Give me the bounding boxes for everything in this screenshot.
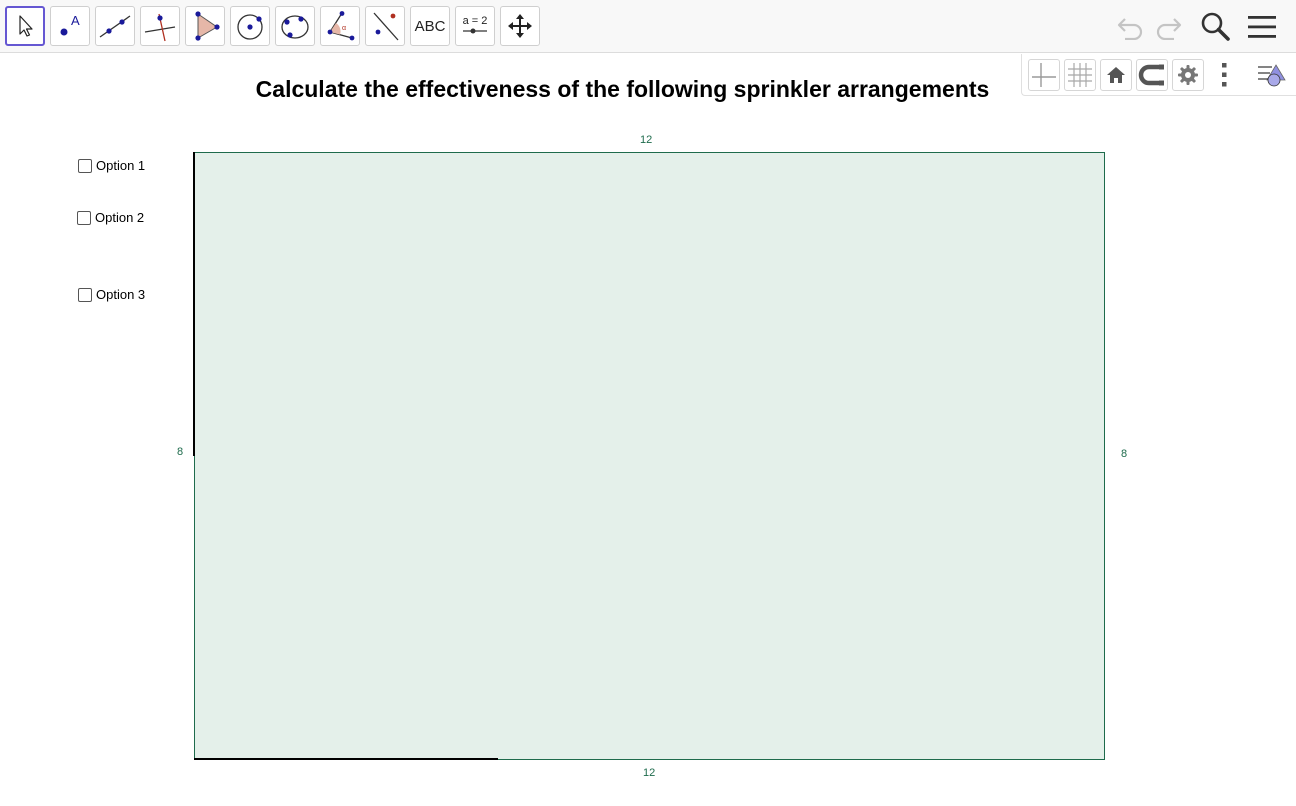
page-title: Calculate the effectiveness of the follo… bbox=[255, 76, 990, 102]
slider-tool-button[interactable]: a = 2 bbox=[455, 6, 495, 46]
option-2-checkbox[interactable]: Option 2 bbox=[77, 210, 144, 225]
arrow-cursor-icon bbox=[19, 15, 33, 37]
search-icon bbox=[1201, 12, 1230, 41]
main-menu-button[interactable] bbox=[1245, 10, 1279, 44]
polygon-icon bbox=[195, 11, 220, 41]
text-tool-button[interactable]: ABC bbox=[410, 6, 450, 46]
text-tool-label: ABC bbox=[414, 17, 446, 35]
circle-center-point-icon bbox=[237, 14, 263, 40]
checkbox-box[interactable] bbox=[78, 287, 92, 302]
angle-icon: α bbox=[327, 11, 355, 41]
slider-tool-label: a = 2 bbox=[462, 15, 488, 27]
circle-tool-button[interactable] bbox=[230, 6, 270, 46]
field-bottom-length-label: 12 bbox=[643, 767, 656, 779]
line-through-points-icon bbox=[99, 15, 131, 38]
field-bottom-edge-segment bbox=[194, 758, 498, 760]
field-top-length-label: 12 bbox=[640, 134, 653, 146]
option-label: Option 1 bbox=[96, 158, 146, 173]
line-tool-button[interactable] bbox=[95, 6, 135, 46]
slider-icon bbox=[463, 28, 487, 34]
undo-button[interactable] bbox=[1114, 10, 1148, 44]
point-tool-letter: A bbox=[71, 13, 80, 28]
perpendicular-line-tool-button[interactable] bbox=[140, 6, 180, 46]
angle-tool-button[interactable]: α bbox=[320, 6, 360, 46]
move-arrows-icon bbox=[508, 14, 532, 38]
checkbox-box[interactable] bbox=[78, 158, 92, 173]
field-left-edge-segment bbox=[193, 152, 195, 456]
redo-icon bbox=[1156, 18, 1182, 40]
svg-text:α: α bbox=[342, 25, 346, 32]
algebra-view-toggle-button[interactable] bbox=[1256, 59, 1288, 91]
option-label: Option 2 bbox=[95, 210, 145, 225]
reflect-tool-button[interactable] bbox=[365, 6, 405, 46]
algebra-view-icon bbox=[1258, 64, 1286, 87]
option-3-checkbox[interactable]: Option 3 bbox=[78, 287, 145, 302]
circle-three-points-icon bbox=[281, 15, 309, 39]
move-tool-button[interactable] bbox=[5, 6, 45, 46]
option-label: Option 3 bbox=[96, 287, 146, 302]
undo-icon bbox=[1117, 18, 1143, 40]
main-toolbar: A α ABC a = 2 bbox=[0, 0, 1296, 53]
polygon-tool-button[interactable] bbox=[185, 6, 225, 46]
point-icon: A bbox=[60, 13, 80, 36]
redo-button[interactable] bbox=[1151, 10, 1185, 44]
move-graphics-tool-button[interactable] bbox=[500, 6, 540, 46]
option-1-checkbox[interactable]: Option 1 bbox=[78, 158, 145, 173]
field-left-length-label: 8 bbox=[177, 446, 184, 458]
field-right-length-label: 8 bbox=[1121, 448, 1128, 460]
reflect-about-line-icon bbox=[373, 12, 399, 41]
sprinkler-field-rectangle[interactable] bbox=[194, 152, 1105, 760]
point-tool-button[interactable]: A bbox=[50, 6, 90, 46]
search-button[interactable] bbox=[1198, 10, 1232, 44]
checkbox-box[interactable] bbox=[77, 210, 91, 225]
hamburger-menu-icon bbox=[1248, 16, 1276, 38]
perpendicular-line-icon bbox=[144, 13, 176, 42]
conic-tool-button[interactable] bbox=[275, 6, 315, 46]
